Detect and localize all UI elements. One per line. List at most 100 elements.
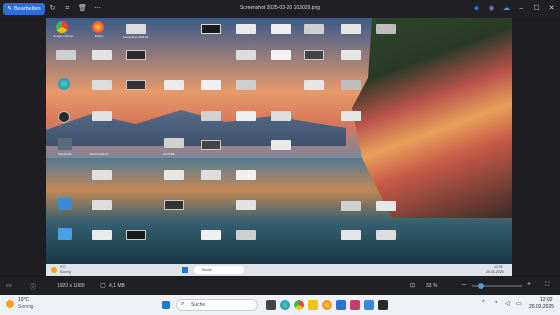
image-dimensions: 1920 x 1080 — [57, 283, 85, 289]
screenshot-file-icon — [56, 50, 76, 60]
screenshot-file-icon — [341, 111, 361, 121]
viewer-toolbar: ✎ Bearbeiten ↻ ⌗ 🗑 ⋯ Screenshot 2025-03-… — [0, 0, 560, 18]
weather-temp: 10°C — [18, 297, 30, 303]
viewer-statusbar: ▭ ⓘ 1920 x 1080 ▢ 4,1 MB ⊡ 33 % – + ⛶ — [0, 277, 560, 295]
screenshot-file-icon — [126, 230, 146, 240]
screenshot-file-icon — [126, 50, 146, 60]
screenshot-file-icon — [201, 140, 221, 150]
more-icon[interactable]: ⋯ — [93, 4, 102, 13]
windows-taskbar: 10°C Sonnig ⌕ Suche ^ ◔ ◁ ▭ 12:02 20.03.… — [0, 295, 560, 315]
screenshot-file-icon — [236, 80, 256, 90]
screenshot-file-icon — [376, 201, 396, 211]
fullscreen-icon[interactable]: ⛶ — [545, 282, 549, 289]
screenshot-file-icon — [92, 111, 112, 121]
info-icon[interactable]: ⓘ — [30, 282, 36, 291]
weather-icon — [51, 267, 57, 273]
screenshot-file-icon — [376, 24, 396, 34]
screenshot-file-icon — [304, 24, 324, 34]
screenshot-file-icon — [164, 80, 184, 90]
rotate-icon[interactable]: ↻ — [48, 4, 57, 13]
task-view-icon[interactable] — [266, 300, 276, 310]
clock-date[interactable]: 20.03.2025 — [529, 304, 554, 310]
screenshot-file-icon — [126, 24, 146, 34]
firefox-icon — [92, 21, 104, 33]
close-icon[interactable]: ✕ — [547, 4, 556, 13]
weather-icon[interactable] — [6, 300, 14, 308]
crop-icon[interactable]: ⌗ — [63, 4, 72, 13]
toolbar-icons: ↻ ⌗ 🗑 ⋯ — [48, 4, 102, 13]
windows-icon — [182, 267, 188, 273]
screenshot-file-icon — [271, 111, 291, 121]
edit-label: Bearbeiten — [14, 6, 41, 12]
screenshot-file-icon — [92, 200, 112, 210]
screenshot-file-icon — [236, 111, 256, 121]
screenshot-file-icon — [236, 24, 256, 34]
screenshot-image: Google Chrome Firefox Screenshot 2025-03… — [46, 18, 512, 264]
photo-viewer-window: ✎ Bearbeiten ↻ ⌗ 🗑 ⋯ Screenshot 2025-03-… — [0, 0, 560, 276]
screenshot-file-icon — [92, 230, 112, 240]
desktop-icon-label: Firefox — [94, 34, 104, 38]
screenshot-file-icon — [341, 80, 361, 90]
desktop-icon-label: Screenshot 2025-03-20 — [123, 35, 149, 39]
explorer-taskbar-icon[interactable] — [308, 300, 318, 310]
screenshot-file-icon — [271, 50, 291, 60]
screenshot-file-icon — [236, 200, 256, 210]
store-taskbar-icon[interactable] — [336, 300, 346, 310]
network-icon[interactable]: ◔ — [494, 300, 498, 306]
edge-icon — [58, 78, 70, 90]
minimize-icon[interactable]: – — [517, 4, 526, 13]
file-title: Screenshot 2025-03-20 103029.png — [239, 5, 321, 11]
desktop-icon-label: HOTTEN — [163, 152, 175, 156]
chrome-icon — [56, 21, 68, 33]
notes-file-icon — [58, 138, 72, 150]
photos-taskbar-icon[interactable] — [364, 300, 374, 310]
search-placeholder: Suche — [191, 302, 206, 308]
screenshot-file-icon — [201, 111, 221, 121]
share-icon[interactable]: ◆ — [472, 4, 481, 13]
zoom-slider[interactable] — [472, 283, 522, 289]
recycle-bin-icon — [58, 111, 70, 123]
inner-weather-temp: 9°C — [60, 265, 66, 269]
screenshot-file-icon — [236, 50, 256, 60]
chrome-taskbar-icon[interactable] — [294, 300, 304, 310]
firefox-taskbar-icon[interactable] — [322, 300, 332, 310]
zoom-slider-thumb[interactable] — [478, 283, 484, 289]
file-size-icon: ▢ — [100, 283, 106, 289]
screenshot-file-icon — [201, 24, 221, 34]
screenshot-file-icon — [201, 80, 221, 90]
battery-icon[interactable]: ▭ — [516, 300, 522, 307]
screenshot-inner-taskbar: 9°C Sonnig Suche 12:02 20.03.2025 — [46, 264, 512, 276]
copilot-icon[interactable]: ◉ — [487, 4, 496, 13]
screenshot-file-icon — [92, 80, 112, 90]
file-size: 4,1 MB — [109, 283, 125, 289]
screenshot-file-icon — [164, 138, 184, 148]
app-taskbar-icon[interactable] — [350, 300, 360, 310]
screenshot-file-icon — [341, 230, 361, 240]
clock-time[interactable]: 12:02 — [540, 297, 553, 303]
screenshot-file-icon — [164, 170, 184, 180]
search-box[interactable]: ⌕ Suche — [176, 299, 258, 311]
fit-icon[interactable]: ⊡ — [410, 282, 415, 289]
inner-time: 12:02 — [494, 265, 503, 269]
screenshot-file-icon — [376, 230, 396, 240]
app-icon — [58, 198, 72, 210]
edge-taskbar-icon[interactable] — [280, 300, 290, 310]
zoom-out-icon[interactable]: – — [462, 281, 466, 288]
screenshot-file-icon — [201, 170, 221, 180]
edit-button[interactable]: ✎ Bearbeiten — [3, 3, 45, 15]
screenshot-file-icon — [341, 24, 361, 34]
zoom-level[interactable]: 33 % — [426, 283, 437, 289]
screenshot-file-icon — [304, 80, 324, 90]
start-icon[interactable] — [162, 301, 170, 309]
edit-icon: ✎ — [7, 6, 12, 12]
onedrive-icon[interactable]: ☁ — [502, 4, 511, 13]
screenshot-file-icon — [341, 50, 361, 60]
zoom-in-icon[interactable]: + — [527, 281, 531, 288]
delete-icon[interactable]: 🗑 — [78, 4, 87, 13]
volume-icon[interactable]: ◁ — [505, 300, 510, 307]
maximize-icon[interactable]: ☐ — [532, 4, 541, 13]
filmstrip-icon[interactable]: ▭ — [6, 282, 12, 289]
screenshot-file-icon — [92, 50, 112, 60]
tray-chevron-icon[interactable]: ^ — [482, 300, 485, 306]
app-taskbar-icon[interactable] — [378, 300, 388, 310]
